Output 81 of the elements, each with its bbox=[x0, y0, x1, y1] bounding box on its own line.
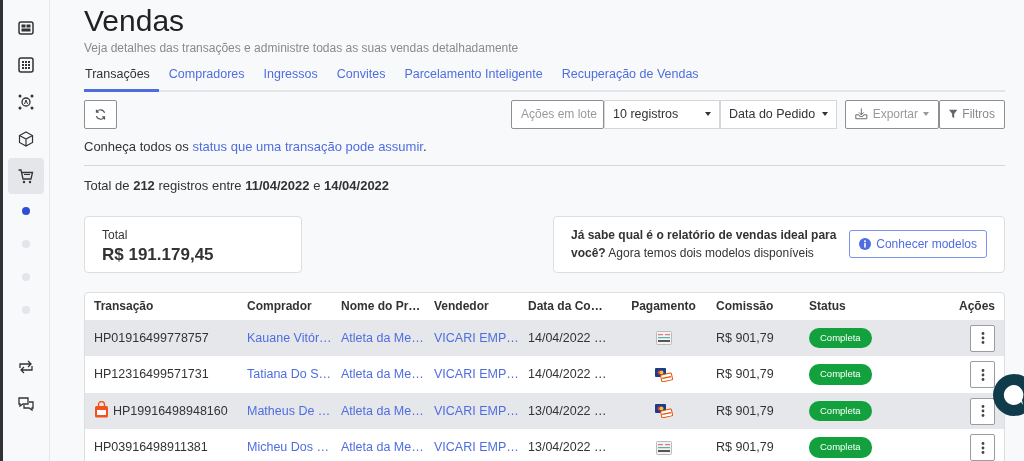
page-subtitle: Veja detalhes das transações e administre todas as suas vendas detalhadamente bbox=[84, 40, 520, 56]
buyer-link[interactable]: Kauane Vitór… bbox=[247, 330, 332, 345]
column-header: Pagamento bbox=[620, 292, 707, 320]
actions-button[interactable] bbox=[970, 361, 995, 388]
more-icon bbox=[980, 332, 985, 344]
product-link[interactable]: Atleta da Me… bbox=[341, 330, 424, 345]
column-header: Data da Co… bbox=[519, 292, 620, 320]
column-header: Vendedor bbox=[425, 292, 519, 320]
transaction-id: HP12316499571731 bbox=[94, 367, 209, 382]
column-header: Comissão bbox=[707, 292, 800, 320]
transaction-id: HP01916499778757 bbox=[94, 330, 209, 345]
more-icon bbox=[980, 405, 985, 417]
total-value: R$ 191.179,45 bbox=[102, 243, 215, 266]
status-badge: Completa bbox=[809, 400, 872, 422]
tab[interactable]: Ingressos bbox=[262, 61, 327, 92]
info-icon bbox=[859, 238, 872, 251]
table-cell: 13/04/2022 … bbox=[519, 429, 620, 461]
status-badge: Completa bbox=[809, 364, 872, 385]
more-icon bbox=[980, 441, 985, 454]
actions-button[interactable] bbox=[970, 434, 995, 461]
column-header: Nome do Pr… bbox=[332, 292, 425, 320]
product-link[interactable]: Atleta da Me… bbox=[341, 440, 424, 455]
table-cell: R$ 901,79 bbox=[707, 356, 800, 393]
table-cell: 14/04/2022 … bbox=[519, 319, 620, 357]
product-link[interactable]: Atleta da Me… bbox=[341, 403, 424, 418]
total-label: Total bbox=[102, 226, 129, 244]
exchange-icon bbox=[17, 358, 35, 376]
tab[interactable]: Recuperação de Vendas bbox=[560, 61, 708, 92]
filters-button[interactable]: Filtros bbox=[939, 99, 1005, 129]
buyer-link[interactable]: Tatiana Do S… bbox=[247, 367, 332, 382]
tab[interactable]: Parcelamento Inteligente bbox=[403, 61, 552, 92]
seller-link[interactable]: VICARI EMP… bbox=[434, 367, 519, 382]
column-header: Comprador bbox=[238, 292, 332, 320]
page-title: Vendas bbox=[84, 3, 186, 39]
caret-icon bbox=[705, 112, 711, 117]
chat-bubbles-icon bbox=[17, 395, 35, 413]
tab[interactable]: Compradores bbox=[167, 61, 254, 92]
table-cell: 13/04/2022 … bbox=[519, 392, 620, 430]
cart-icon bbox=[17, 167, 35, 185]
column-header: Ações bbox=[920, 292, 1004, 320]
dashboard-icon bbox=[17, 19, 35, 37]
page-size-select[interactable]: 10 registros bbox=[604, 99, 720, 129]
seller-link[interactable]: VICARI EMP… bbox=[434, 403, 519, 418]
actions-button[interactable] bbox=[970, 324, 995, 352]
box-icon bbox=[17, 130, 35, 148]
chat-icon bbox=[1002, 383, 1024, 407]
column-header: Status bbox=[800, 292, 920, 320]
network-icon bbox=[17, 93, 35, 111]
table-cell: R$ 901,79 bbox=[707, 319, 800, 357]
seller-link[interactable]: VICARI EMP… bbox=[434, 440, 519, 455]
column-header: Transação bbox=[85, 292, 238, 320]
refresh-button[interactable] bbox=[84, 99, 117, 129]
table-cell: R$ 901,79 bbox=[707, 429, 800, 461]
status-link[interactable]: status que uma transação pode assumir bbox=[192, 138, 423, 154]
actions-button[interactable] bbox=[970, 397, 995, 425]
tab[interactable]: Transações bbox=[84, 61, 159, 92]
more-icon bbox=[980, 368, 985, 381]
sidebar-item[interactable] bbox=[8, 158, 44, 194]
seller-link[interactable]: VICARI EMP… bbox=[434, 330, 519, 345]
tab[interactable]: Convites bbox=[335, 61, 395, 92]
buyer-link[interactable]: Matheus De … bbox=[247, 403, 331, 418]
download-icon bbox=[855, 107, 868, 122]
grid-icon bbox=[17, 56, 35, 74]
caret-icon bbox=[822, 112, 828, 117]
refresh-icon bbox=[94, 107, 107, 121]
date-field-select[interactable]: Data do Pedido bbox=[720, 99, 837, 129]
status-badge: Completa bbox=[809, 327, 872, 349]
status-badge: Completa bbox=[809, 437, 872, 458]
report-text: Já sabe qual é o relatório de vendas ideal para você? Agora temos dois modelos disponíveis bbox=[571, 227, 838, 263]
caret-icon bbox=[923, 112, 929, 117]
models-button[interactable]: Conhecer modelos bbox=[849, 230, 987, 259]
table-cell: 14/04/2022 … bbox=[519, 356, 620, 393]
transaction-id: HP19916498948160 bbox=[113, 404, 228, 419]
product-link[interactable]: Atleta da Me… bbox=[341, 367, 424, 382]
transaction-id: HP03916498911381 bbox=[94, 440, 208, 455]
summary-text: Total de 212 registros entre 11/04/2022 e 14/04/2022 bbox=[84, 178, 390, 194]
status-info-text: Conheça todos os status que uma transação pode assumir. bbox=[84, 138, 427, 154]
step-dot[interactable] bbox=[22, 207, 30, 215]
table-cell: R$ 901,79 bbox=[707, 392, 800, 430]
buyer-link[interactable]: Micheu Dos … bbox=[247, 440, 329, 455]
filter-icon bbox=[949, 108, 958, 121]
